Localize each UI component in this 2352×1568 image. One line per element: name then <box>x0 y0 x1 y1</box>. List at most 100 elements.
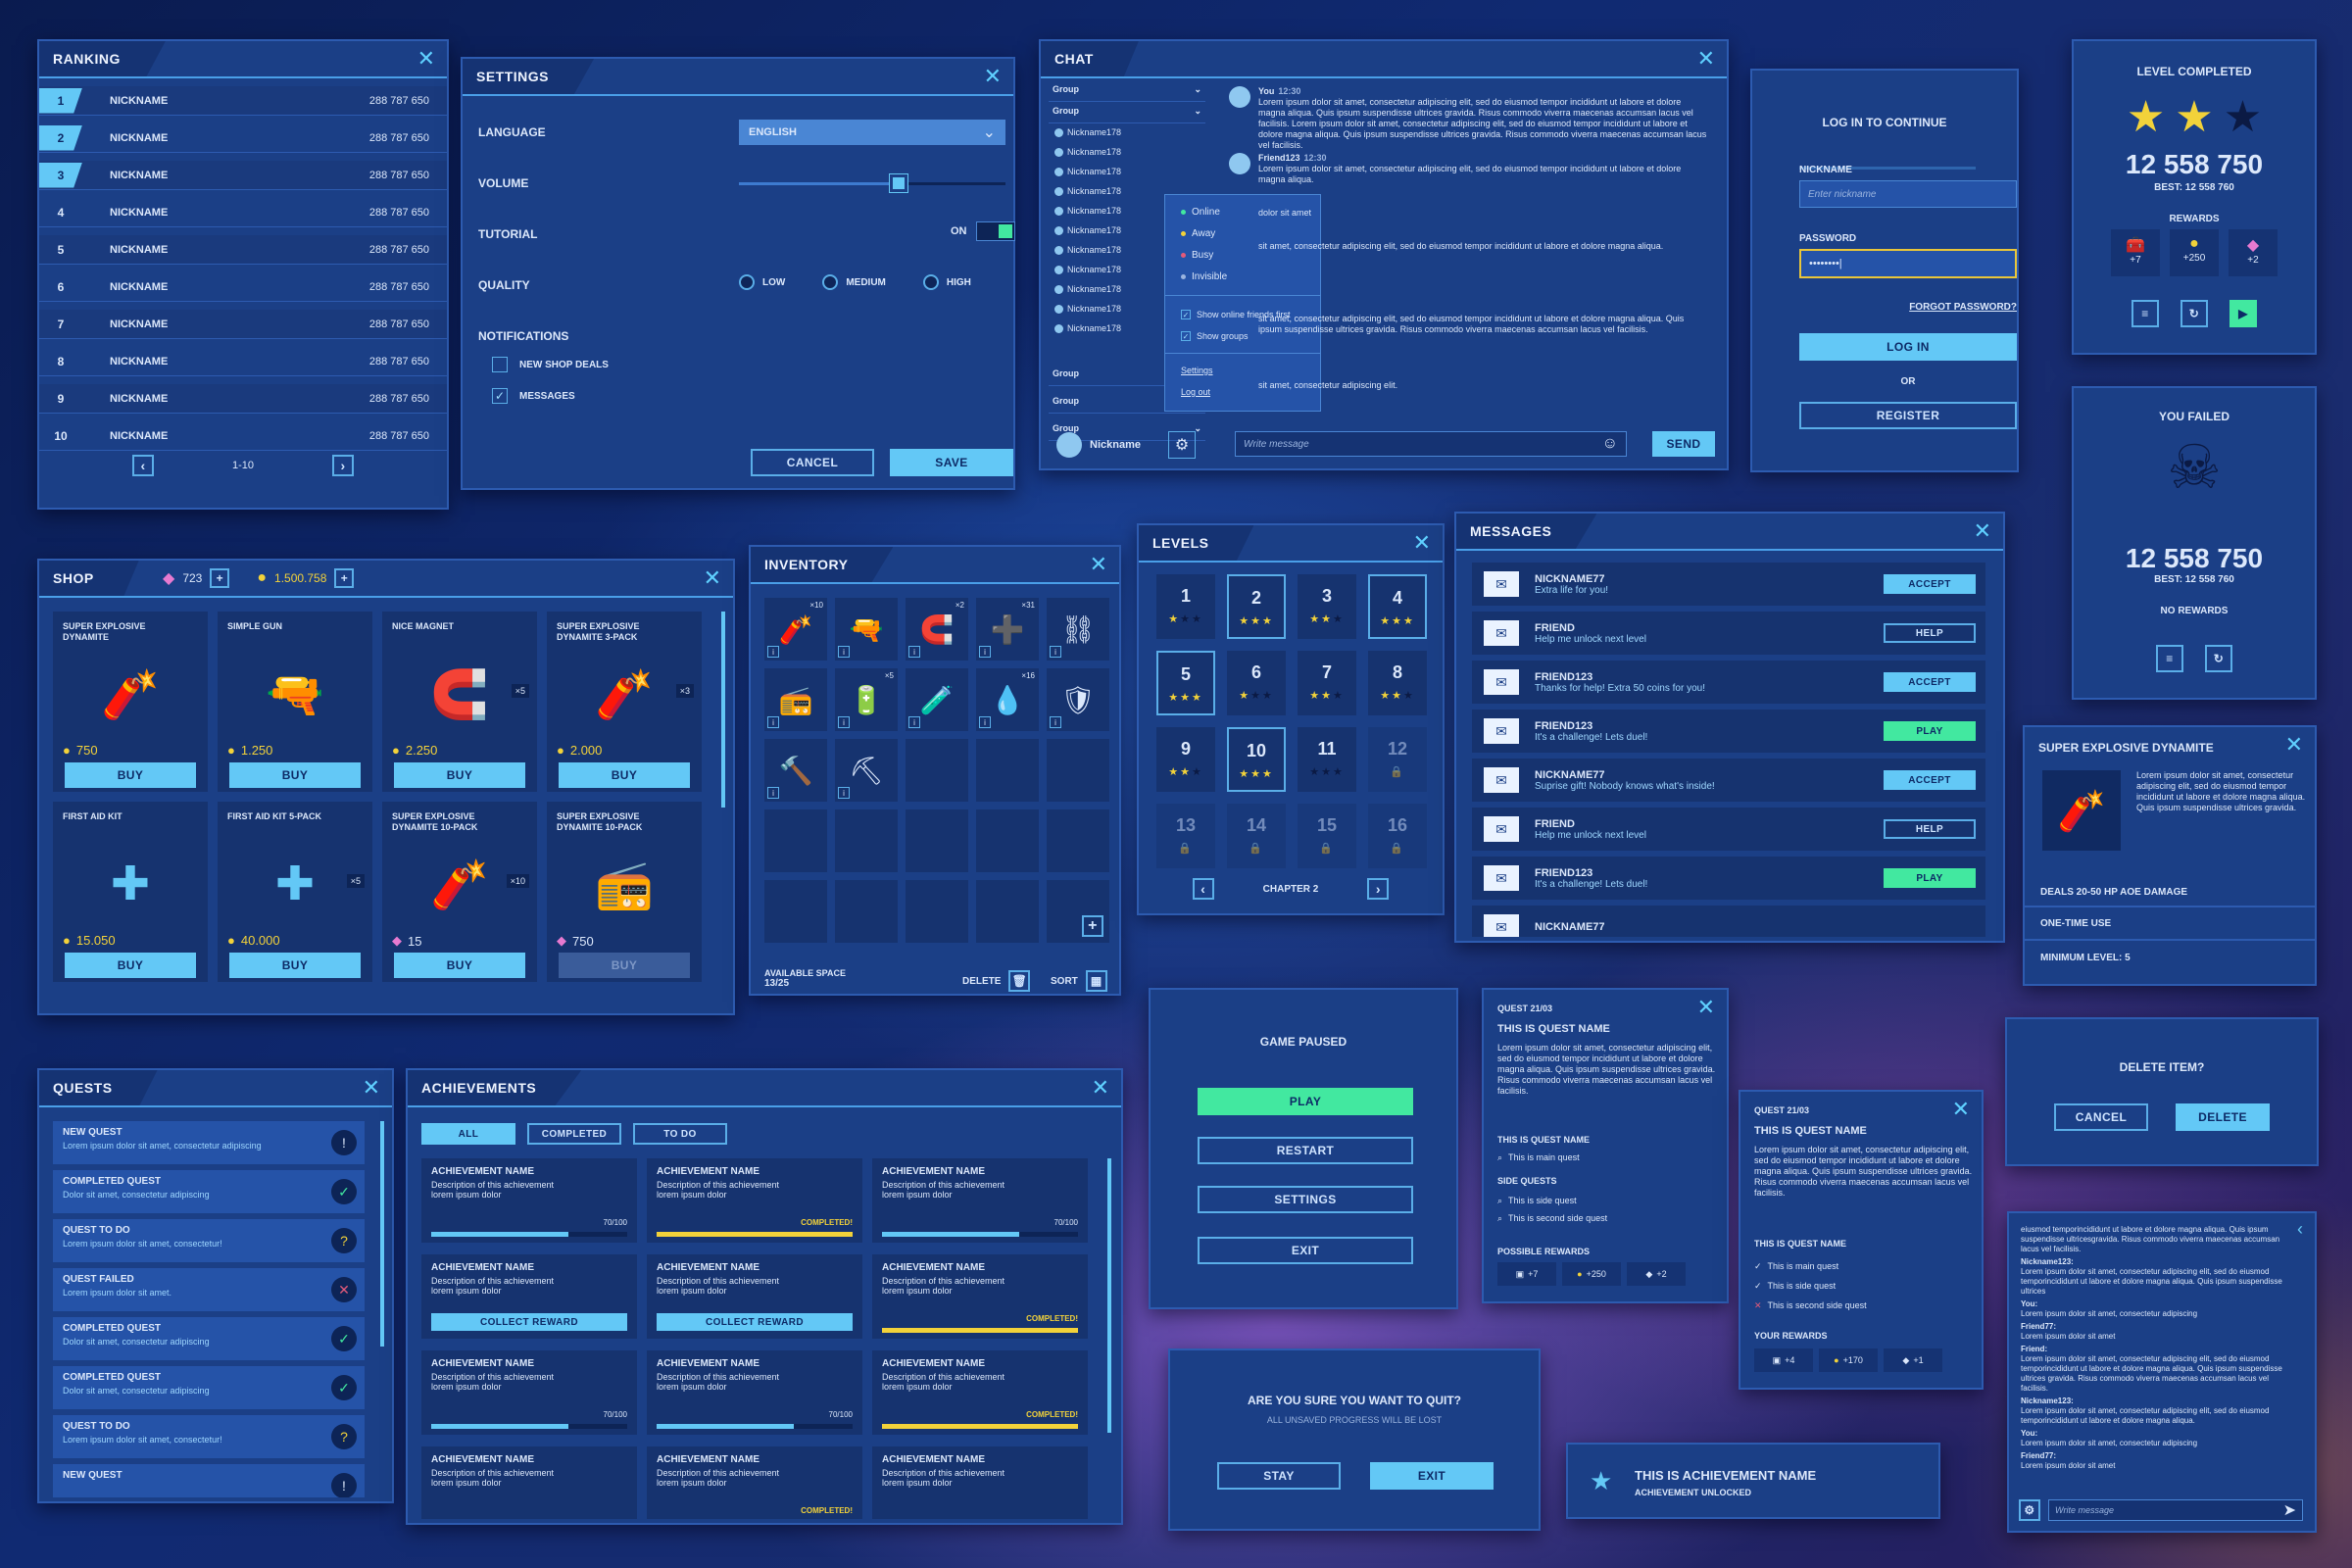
quality-low[interactable]: LOW <box>739 274 785 290</box>
quest-row[interactable]: QUEST TO DO Lorem ipsum dolor sit amet, c… <box>53 1415 365 1458</box>
forgot-password-link[interactable]: FORGOT PASSWORD? <box>1799 302 2017 313</box>
close-icon[interactable]: ✕ <box>1974 519 1991 543</box>
quality-high[interactable]: HIGH <box>922 274 971 290</box>
close-icon[interactable]: ✕ <box>363 1076 380 1100</box>
delete-action[interactable]: DELETE 🗑 <box>962 970 1031 992</box>
volume-handle[interactable] <box>889 173 909 193</box>
info-icon[interactable]: i <box>767 716 779 728</box>
quest-row[interactable]: QUEST TO DO Lorem ipsum dolor sit amet, c… <box>53 1219 365 1262</box>
info-icon[interactable]: i <box>767 787 779 799</box>
inventory-slot[interactable] <box>764 880 827 943</box>
exit-button[interactable]: EXIT <box>1198 1237 1413 1264</box>
language-select[interactable]: ENGLISH ⌄ <box>739 120 1005 145</box>
inventory-slot[interactable]: 🧨 i ×10 <box>764 598 827 661</box>
add-slot-icon[interactable]: + <box>1082 915 1103 937</box>
accept-button[interactable]: ACCEPT <box>1884 672 1976 692</box>
close-icon[interactable]: ✕ <box>704 566 721 590</box>
buy-button[interactable]: BUY <box>229 762 361 788</box>
level-tile[interactable]: 8 ★★★ <box>1368 651 1427 715</box>
emoji-icon[interactable]: ☺ <box>1602 435 1618 453</box>
prev-chapter-button[interactable]: ‹ <box>1192 878 1214 900</box>
chat-member[interactable]: Nickname178 <box>1054 245 1121 255</box>
restart-icon[interactable]: ↻ <box>2180 300 2208 327</box>
nickname-input[interactable]: Enter nickname <box>1799 180 2017 208</box>
chat-member[interactable]: Nickname178 <box>1054 167 1121 176</box>
inventory-slot[interactable]: + <box>1047 880 1109 943</box>
level-tile[interactable]: 10 ★★★ <box>1227 727 1286 792</box>
level-tile[interactable]: 3 ★★★ <box>1298 574 1356 639</box>
inventory-slot[interactable]: 🧲 i ×2 <box>906 598 968 661</box>
buy-button[interactable]: BUY <box>229 953 361 978</box>
inventory-slot[interactable]: ⛓ i <box>1047 598 1109 661</box>
level-tile[interactable]: 7 ★★★ <box>1298 651 1356 715</box>
register-button[interactable]: REGISTER <box>1799 402 2017 429</box>
chat-member[interactable]: Nickname178 <box>1054 127 1121 137</box>
tutorial-toggle[interactable] <box>976 221 1015 241</box>
restart-button[interactable]: RESTART <box>1198 1137 1413 1164</box>
inventory-slot[interactable]: 🔋 i ×5 <box>835 668 898 731</box>
info-icon[interactable]: i <box>767 646 779 658</box>
close-icon[interactable]: ✕ <box>1952 1098 1970 1121</box>
chat-member[interactable]: Nickname178 <box>1054 265 1121 274</box>
inventory-slot[interactable] <box>1047 809 1109 872</box>
play-icon[interactable]: ▶ <box>2230 300 2257 327</box>
cancel-button[interactable]: CANCEL <box>751 449 874 476</box>
message-input[interactable]: Write message ☺ <box>1235 431 1627 457</box>
sort-action[interactable]: SORT ▦ <box>1051 970 1107 992</box>
add-gems-button[interactable]: + <box>210 568 230 588</box>
tab-completed[interactable]: COMPLETED <box>527 1123 621 1145</box>
info-icon[interactable]: i <box>908 646 920 658</box>
chat-group[interactable]: Group ⌄ <box>1049 84 1205 102</box>
scrollbar[interactable] <box>721 612 725 808</box>
next-chapter-button[interactable]: › <box>1367 878 1390 900</box>
info-icon[interactable]: i <box>908 716 920 728</box>
close-icon[interactable]: ✕ <box>1697 47 1715 71</box>
info-icon[interactable]: i <box>979 646 991 658</box>
chat-group[interactable]: Group ⌄ <box>1049 106 1205 123</box>
inventory-slot[interactable] <box>835 809 898 872</box>
quest-row[interactable]: NEW QUEST! <box>53 1464 365 1497</box>
level-tile[interactable]: 5 ★★★ <box>1156 651 1215 715</box>
quest-row[interactable]: COMPLETED QUEST Dolor sit amet, consectet… <box>53 1366 365 1409</box>
close-icon[interactable]: ✕ <box>1090 553 1107 576</box>
scrollbar[interactable] <box>380 1121 384 1347</box>
quest-row[interactable]: NEW QUEST Lorem ipsum dolor sit amet, con… <box>53 1121 365 1164</box>
prev-page-button[interactable]: ‹ <box>131 455 154 476</box>
inventory-slot[interactable] <box>976 880 1039 943</box>
add-coins-button[interactable]: + <box>334 568 355 588</box>
inventory-slot[interactable] <box>976 739 1039 802</box>
menu-icon[interactable]: ≡ <box>2156 645 2183 672</box>
save-button[interactable]: SAVE <box>890 449 1013 476</box>
next-page-button[interactable]: › <box>332 455 355 476</box>
info-icon[interactable]: i <box>838 716 850 728</box>
quality-medium[interactable]: MEDIUM <box>822 274 886 290</box>
accept-button[interactable]: ACCEPT <box>1884 574 1976 594</box>
info-icon[interactable]: i <box>1050 716 1061 728</box>
notif-shop-deals[interactable]: NEW SHOP DEALS <box>492 357 609 372</box>
buy-button[interactable]: BUY <box>394 762 525 788</box>
help-button[interactable]: HELP <box>1884 623 1976 643</box>
level-tile[interactable]: 6 ★★★ <box>1227 651 1286 715</box>
inventory-slot[interactable]: 🧪 i <box>906 668 968 731</box>
chat-member[interactable]: Nickname178 <box>1054 206 1121 216</box>
accept-button[interactable]: ACCEPT <box>1884 770 1976 790</box>
stay-button[interactable]: STAY <box>1217 1462 1341 1490</box>
inventory-slot[interactable]: ➕ i ×31 <box>976 598 1039 661</box>
gear-icon[interactable]: ⚙ <box>2019 1499 2040 1521</box>
chat-member[interactable]: Nickname178 <box>1054 323 1121 333</box>
inventory-slot[interactable] <box>906 739 968 802</box>
level-tile[interactable]: 11 ★★★ <box>1298 727 1356 792</box>
level-tile[interactable]: 4 ★★★ <box>1368 574 1427 639</box>
chat-member[interactable]: Nickname178 <box>1054 304 1121 314</box>
play-button[interactable]: PLAY <box>1198 1088 1413 1115</box>
send-icon[interactable]: ➤ <box>2283 1500 2296 1520</box>
gear-icon[interactable]: ⚙ <box>1167 431 1196 459</box>
inventory-slot[interactable] <box>906 809 968 872</box>
password-input[interactable]: ••••••••| <box>1799 249 2017 278</box>
close-icon[interactable]: ✕ <box>417 47 435 71</box>
buy-button[interactable]: BUY <box>65 762 196 788</box>
play-button[interactable]: PLAY <box>1884 868 1976 888</box>
inventory-slot[interactable]: ⛏ i <box>835 739 898 802</box>
help-button[interactable]: HELP <box>1884 819 1976 839</box>
close-icon[interactable]: ✕ <box>1697 996 1715 1019</box>
